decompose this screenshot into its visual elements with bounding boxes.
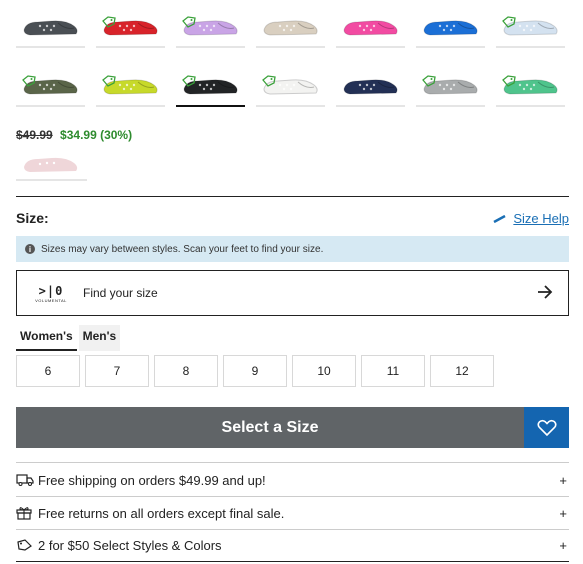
color-swatch[interactable] — [96, 63, 165, 107]
sale-tag-icon — [182, 75, 196, 87]
ruler-icon — [493, 214, 506, 223]
select-size-button[interactable]: Select a Size — [16, 407, 524, 448]
expand-icon: + — [559, 537, 567, 553]
size-help-link[interactable]: Size Help — [493, 211, 569, 226]
color-swatch[interactable] — [416, 63, 485, 107]
expand-icon: + — [559, 505, 567, 521]
size-option[interactable]: 12 — [430, 355, 494, 387]
sale-tag-icon — [262, 75, 276, 87]
returns-info-text: Free returns on all orders except final … — [38, 505, 285, 521]
divider — [16, 462, 569, 463]
sale-tag-icon — [182, 16, 196, 28]
sale-tag-icon — [502, 75, 516, 87]
size-help-label: Size Help — [513, 211, 569, 226]
tab-mens[interactable]: Men's — [78, 325, 121, 351]
swatch-row — [16, 4, 574, 48]
volumental-logo: >|0 VOLUMENTAL — [35, 283, 67, 303]
sale-tag-icon — [102, 16, 116, 28]
color-swatch-extra[interactable] — [16, 148, 87, 181]
expand-icon: + — [559, 472, 567, 488]
sale-tag-icon — [22, 75, 36, 87]
size-gender-tabs: Women's Men's — [16, 325, 121, 351]
clog-image — [23, 20, 78, 36]
color-swatch[interactable] — [256, 4, 325, 48]
size-option[interactable]: 11 — [361, 355, 425, 387]
size-option[interactable]: 7 — [85, 355, 149, 387]
promo-info-text: 2 for $50 Select Styles & Colors — [38, 537, 222, 553]
divider — [16, 561, 569, 562]
shipping-info-row[interactable]: Free shipping on orders $49.99 and up! + — [16, 464, 569, 496]
original-price: $49.99 — [16, 128, 53, 142]
sale-price: $34.99 (30%) — [60, 128, 133, 142]
color-swatch[interactable] — [176, 63, 245, 107]
price-block: $49.99 $34.99 (30%) — [16, 128, 132, 142]
size-option[interactable]: 10 — [292, 355, 356, 387]
wishlist-button[interactable] — [524, 407, 569, 448]
sale-tag-icon — [102, 75, 116, 87]
size-heading: Size: — [16, 210, 49, 226]
color-swatch[interactable] — [336, 63, 405, 107]
color-swatch[interactable] — [16, 4, 85, 48]
clog-image — [263, 20, 318, 36]
size-option[interactable]: 9 — [223, 355, 287, 387]
color-swatch[interactable] — [96, 4, 165, 48]
color-swatch[interactable] — [416, 4, 485, 48]
color-swatch[interactable] — [336, 4, 405, 48]
color-swatch[interactable] — [176, 4, 245, 48]
truck-icon — [16, 474, 34, 486]
info-icon: i — [25, 244, 35, 254]
color-swatch[interactable] — [496, 63, 565, 107]
returns-info-row[interactable]: Free returns on all orders except final … — [16, 497, 569, 529]
find-your-size-label: Find your size — [83, 286, 158, 300]
color-swatch-grid — [16, 4, 574, 122]
clog-image — [343, 79, 398, 95]
divider — [16, 196, 569, 197]
clog-image — [423, 20, 478, 36]
arrow-right-icon — [538, 285, 553, 299]
clog-image — [24, 157, 78, 172]
tag-icon — [17, 539, 32, 551]
size-options: 6 7 8 9 10 11 12 — [16, 355, 494, 387]
heart-icon — [536, 419, 557, 436]
clog-image — [343, 20, 398, 36]
sale-tag-icon — [422, 75, 436, 87]
color-swatch[interactable] — [256, 63, 325, 107]
color-swatch[interactable] — [16, 63, 85, 107]
swatch-row — [16, 63, 574, 107]
gift-icon — [16, 507, 32, 520]
size-notice-banner: i Sizes may vary between styles. Scan yo… — [16, 236, 569, 262]
tab-womens[interactable]: Women's — [16, 325, 77, 351]
shipping-info-text: Free shipping on orders $49.99 and up! — [38, 472, 266, 488]
size-notice-text: Sizes may vary between styles. Scan your… — [41, 243, 324, 255]
size-option[interactable]: 6 — [16, 355, 80, 387]
promo-info-row[interactable]: 2 for $50 Select Styles & Colors + — [16, 529, 569, 561]
size-option[interactable]: 8 — [154, 355, 218, 387]
find-your-size-button[interactable]: >|0 VOLUMENTAL Find your size — [16, 270, 569, 316]
color-swatch[interactable] — [496, 4, 565, 48]
sale-tag-icon — [502, 16, 516, 28]
